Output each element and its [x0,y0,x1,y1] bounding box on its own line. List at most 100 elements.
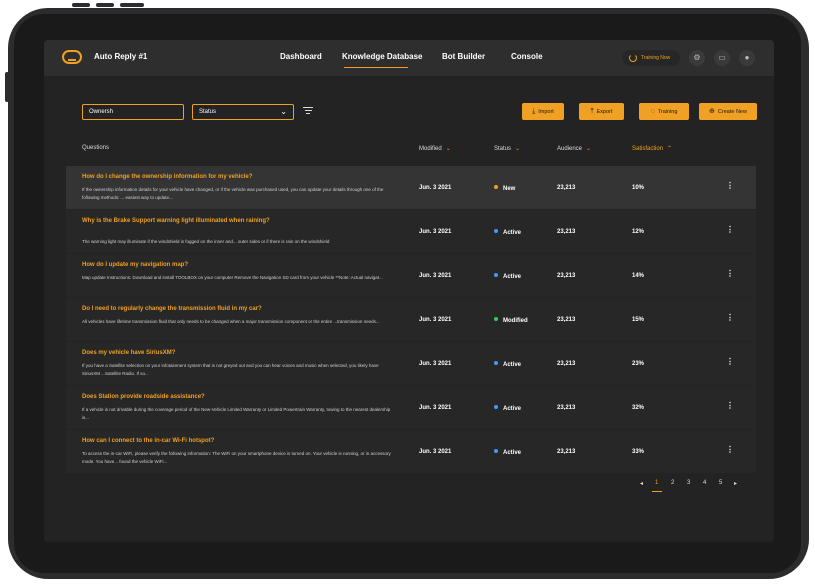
answer-preview: To access the in-car WiFi, please verify… [82,451,391,464]
app-screen: Auto Reply #1 Dashboard Knowledge Databa… [44,40,774,542]
status-dropdown-label: Status [199,109,217,115]
status-cell: New [494,185,515,192]
answer-preview: Map update Instructions: Download and in… [82,275,383,280]
training-now-label: Training Now [641,55,671,61]
status-dot [494,273,498,277]
upload-icon: ⤒ [590,108,594,115]
chevron-down-icon: ⌄ [280,107,287,116]
satisfaction-value: 10% [632,185,645,191]
status-cell: Active [494,449,521,456]
page-1[interactable]: 1 [655,480,658,486]
page-3[interactable]: 3 [687,480,690,486]
next-page-icon[interactable]: ▸ [734,480,737,487]
table-row[interactable]: Does Station provide roadside assistance… [66,386,756,429]
modified-date: Jun. 3 2021 [419,317,452,323]
status-cell: Active [494,361,521,368]
page-4[interactable]: 4 [703,480,706,486]
gear-icon[interactable]: ⚙ [689,50,705,66]
audience-count: 23,213 [557,405,576,411]
nav-console[interactable]: Console [511,52,543,61]
audience-count: 23,213 [557,317,576,323]
user-icon[interactable]: ● [739,50,755,66]
training-now-badge[interactable]: Training Now [622,50,680,66]
question-title[interactable]: Do I need to regularly change the transm… [82,306,392,312]
chat-icon[interactable]: ▭ [714,50,730,66]
active-nav-indicator [344,67,408,68]
training-label: Training [657,109,678,115]
answer-preview: All vehicles have lifetime transmission … [82,319,380,324]
table-row[interactable]: Why is the Brake Support warning light i… [66,210,756,253]
more-options-icon[interactable]: ⋮ [726,401,734,410]
status-cell: Modified [494,317,528,324]
question-title[interactable]: Does my vehicle have SiriusXM? [82,350,392,356]
table-row[interactable]: How do I change the ownership informatio… [66,166,756,209]
question-title[interactable]: How can I connect to the in-car Wi-Fi ho… [82,438,392,444]
column-questions: Questions [82,145,110,151]
export-button[interactable]: ⤒ Export [579,103,624,120]
training-button[interactable]: ◌ Training [639,103,689,120]
plus-circle-icon: ⊕ [709,108,715,115]
nav-knowledge-database[interactable]: Knowledge Database [342,52,422,61]
page-5[interactable]: 5 [719,480,722,486]
modified-date: Jun. 3 2021 [419,185,452,191]
audience-count: 23,213 [557,361,576,367]
column-satisfaction[interactable]: Satisfaction ⌃ [632,145,672,152]
satisfaction-value: 23% [632,361,645,367]
refresh-icon: ◌ [650,108,655,115]
column-satisfaction-label: Satisfaction [632,146,664,152]
status-label: Active [503,230,522,236]
column-modified-label: Modified [419,146,442,152]
status-dot [494,317,498,321]
table-row[interactable]: How do I update my navigation map? Map u… [66,254,756,297]
more-options-icon[interactable]: ⋮ [726,225,734,234]
table-row[interactable]: Do I need to regularly change the transm… [66,298,756,341]
status-cell: Active [494,405,521,412]
chat-bot-logo-icon [62,50,82,64]
question-title[interactable]: Does Station provide roadside assistance… [82,394,392,400]
export-label: Export [596,109,613,115]
status-label: New [503,186,516,192]
status-dropdown[interactable]: Status ⌄ [192,104,294,120]
column-modified[interactable]: Modified ⌄ [419,145,451,152]
column-status-label: Status [494,146,512,152]
answer-preview: If the ownership information details for… [82,187,384,200]
previous-page-icon[interactable]: ◂ [640,480,643,487]
table-row[interactable]: Does my vehicle have SiriusXM? If you ha… [66,342,756,385]
training-progress-icon [629,54,637,62]
import-button[interactable]: ⤓ Import [522,103,564,120]
question-title[interactable]: How do I update my navigation map? [82,262,392,268]
search-input[interactable]: Ownersh [82,104,184,120]
audience-count: 23,213 [557,449,576,455]
create-new-button[interactable]: ⊕ Create New [699,103,757,120]
filter-icon[interactable] [303,107,313,117]
column-audience[interactable]: Audience ⌄ [557,145,591,152]
audience-count: 23,213 [557,185,576,191]
sort-up-icon: ⌃ [667,146,673,152]
satisfaction-value: 14% [632,273,645,279]
status-label: Active [503,450,522,456]
question-title[interactable]: How do I change the ownership informatio… [82,174,392,180]
more-options-icon[interactable]: ⋮ [726,181,734,190]
status-dot [494,185,498,189]
status-label: Active [503,406,522,412]
status-dot [494,361,498,365]
satisfaction-value: 32% [632,405,645,411]
status-label: Active [503,362,522,368]
status-dot [494,449,498,453]
nav-bot-builder[interactable]: Bot Builder [442,52,485,61]
import-label: Import [538,109,554,115]
more-options-icon[interactable]: ⋮ [726,313,734,322]
table-row[interactable]: How can I connect to the in-car Wi-Fi ho… [66,430,756,473]
answer-preview: If a vehicle is not drivable during the … [82,407,391,420]
column-status[interactable]: Status ⌄ [494,145,520,152]
nav-dashboard[interactable]: Dashboard [280,52,322,61]
more-options-icon[interactable]: ⋮ [726,445,734,454]
column-audience-label: Audience [557,146,583,152]
more-options-icon[interactable]: ⋮ [726,357,734,366]
status-cell: Active [494,273,521,280]
app-title: Auto Reply #1 [94,52,148,61]
page-2[interactable]: 2 [671,480,674,486]
status-dot [494,229,498,233]
more-options-icon[interactable]: ⋮ [726,269,734,278]
question-title[interactable]: Why is the Brake Support warning light i… [82,218,392,224]
